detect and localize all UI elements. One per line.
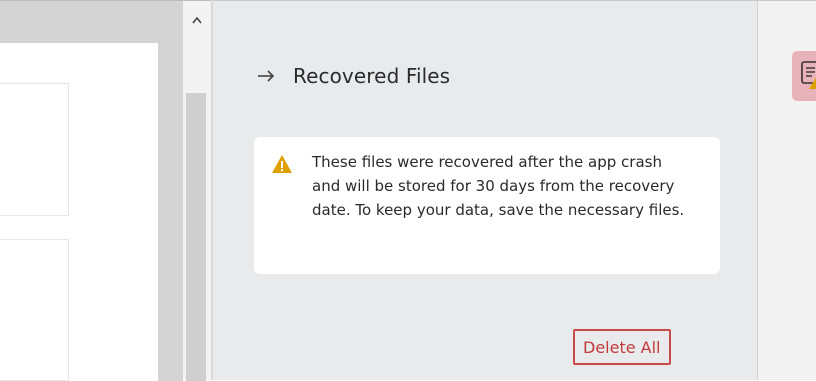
vertical-scrollbar[interactable] — [183, 0, 211, 381]
document-page-preview — [0, 239, 69, 381]
pane-header: Recovered Files — [256, 61, 450, 91]
warning-icon — [272, 155, 292, 173]
notice-text: These files were recovered after the app… — [312, 153, 685, 219]
recovery-notice: These files were recovered after the app… — [254, 137, 720, 274]
chevron-up-icon — [192, 16, 202, 24]
recovered-files-tool-button[interactable] — [792, 51, 816, 101]
document-page-preview — [0, 83, 69, 216]
scroll-up-button[interactable] — [183, 15, 211, 45]
document-canvas — [0, 0, 183, 381]
right-toolbar — [758, 0, 816, 380]
scrollbar-thumb[interactable] — [186, 93, 206, 381]
delete-all-button[interactable]: Delete All — [573, 329, 671, 365]
document-warning-icon — [801, 61, 816, 89]
pane-title: Recovered Files — [293, 64, 451, 88]
arrow-right-icon[interactable] — [256, 66, 276, 86]
recovered-files-pane: Recovered Files These files were recover… — [213, 0, 757, 380]
